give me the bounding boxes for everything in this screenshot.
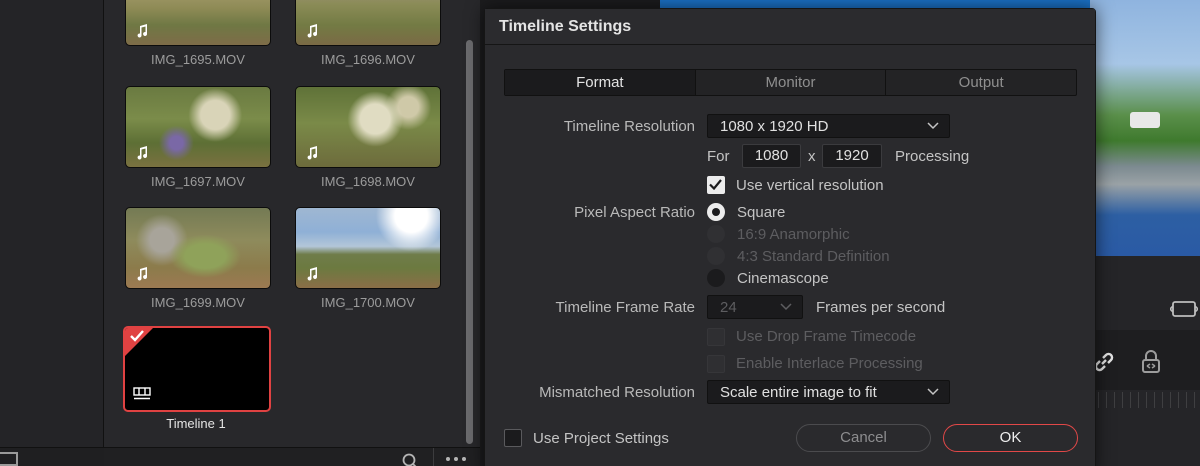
timeline-resolution-label: Timeline Resolution (563, 118, 695, 135)
clip-name: IMG_1695.MOV (151, 52, 245, 67)
search-icon[interactable] (402, 453, 418, 466)
for-label: For (707, 148, 730, 165)
clip-thumbnail[interactable] (295, 0, 441, 46)
radio-cinemascope-label: Cinemascope (737, 270, 829, 287)
timeline-resolution-value: 1080 x 1920 HD (720, 118, 829, 135)
timeline-thumbnail[interactable] (123, 326, 271, 412)
clip-name: IMG_1696.MOV (321, 52, 415, 67)
clip-thumbnail[interactable] (125, 0, 271, 46)
interlace-checkbox (707, 355, 725, 373)
processing-label: Processing (895, 148, 970, 165)
fit-icon[interactable] (1170, 298, 1198, 320)
drop-frame-checkbox (707, 328, 725, 346)
radio-cinemascope[interactable] (707, 269, 725, 287)
clip-name: IMG_1699.MOV (151, 295, 245, 310)
cancel-button[interactable]: Cancel (796, 424, 931, 452)
settings-tabs: Format Monitor Output (504, 69, 1077, 96)
radio-square[interactable] (707, 203, 725, 221)
tab-monitor[interactable]: Monitor (696, 70, 887, 95)
clip-name: IMG_1697.MOV (151, 174, 245, 189)
mismatched-resolution-value: Scale entire image to fit (720, 384, 877, 401)
clip-name: Timeline 1 (166, 416, 226, 431)
timeline-resolution-select[interactable]: 1080 x 1920 HD (707, 114, 950, 138)
left-sidebar (0, 0, 104, 466)
viewer-vehicle (1130, 112, 1160, 128)
frame-rate-value: 24 (720, 299, 737, 316)
use-project-settings-checkbox[interactable] (504, 429, 522, 447)
checkmark-icon (130, 330, 144, 342)
lock-icon[interactable] (1140, 350, 1162, 374)
music-note-icon (307, 267, 318, 281)
use-project-settings-label: Use Project Settings (533, 430, 669, 447)
chevron-down-icon (780, 303, 792, 311)
media-pool-scrollbar[interactable] (466, 40, 473, 444)
dialog-title: Timeline Settings (499, 18, 632, 35)
clip-thumbnail[interactable] (125, 207, 271, 289)
music-note-icon (137, 146, 148, 160)
chevron-down-icon (927, 122, 939, 130)
panel-toggle-icon[interactable] (0, 452, 18, 466)
clip-name: IMG_1700.MOV (321, 295, 415, 310)
x-label: x (808, 148, 816, 165)
music-note-icon (307, 146, 318, 160)
radio-16-9-anamorphic-label: 16:9 Anamorphic (737, 226, 850, 243)
timeline-icon (133, 387, 151, 400)
dialog-header: Timeline Settings (485, 9, 1095, 45)
more-icon[interactable] (444, 454, 468, 464)
media-pool: IMG_1695.MOV IMG_1696.MOV IMG_1697.MOV I… (104, 0, 480, 447)
footer-divider (433, 448, 434, 466)
music-note-icon (137, 24, 148, 38)
use-vertical-resolution-label: Use vertical resolution (736, 177, 884, 194)
clip-name: IMG_1698.MOV (321, 174, 415, 189)
ok-button[interactable]: OK (943, 424, 1078, 452)
radio-4-3-standard (707, 247, 725, 265)
clip-thumbnail[interactable] (295, 207, 441, 289)
drop-frame-label: Use Drop Frame Timecode (736, 328, 917, 345)
chevron-down-icon (927, 388, 939, 396)
tab-format[interactable]: Format (505, 70, 696, 95)
resolution-width-input[interactable]: 1080 (742, 144, 801, 168)
timeline-ruler[interactable] (1090, 392, 1200, 408)
resolution-height-input[interactable]: 1920 (822, 144, 882, 168)
clip-thumbnail[interactable] (295, 86, 441, 168)
video-viewer (1090, 0, 1200, 256)
radio-4-3-standard-label: 4:3 Standard Definition (737, 248, 890, 265)
frames-per-second-label: Frames per second (816, 299, 946, 316)
radio-16-9-anamorphic (707, 225, 725, 243)
viewer-frame-top (660, 0, 1090, 8)
interlace-label: Enable Interlace Processing (736, 355, 923, 372)
music-note-icon (137, 267, 148, 281)
checkmark-icon (709, 179, 722, 190)
tab-output[interactable]: Output (886, 70, 1076, 95)
timeline-frame-rate-label: Timeline Frame Rate (555, 299, 695, 316)
pixel-aspect-ratio-label: Pixel Aspect Ratio (574, 204, 695, 221)
radio-square-label: Square (737, 204, 786, 221)
clip-thumbnail[interactable] (125, 86, 271, 168)
mismatched-resolution-label: Mismatched Resolution (539, 384, 695, 401)
use-vertical-resolution-checkbox[interactable] (707, 176, 725, 194)
frame-rate-select: 24 (707, 295, 803, 319)
media-pool-footer (104, 447, 480, 466)
music-note-icon (307, 24, 318, 38)
timeline-settings-dialog: Timeline Settings Format Monitor Output … (484, 8, 1096, 466)
mismatched-resolution-select[interactable]: Scale entire image to fit (707, 380, 950, 404)
